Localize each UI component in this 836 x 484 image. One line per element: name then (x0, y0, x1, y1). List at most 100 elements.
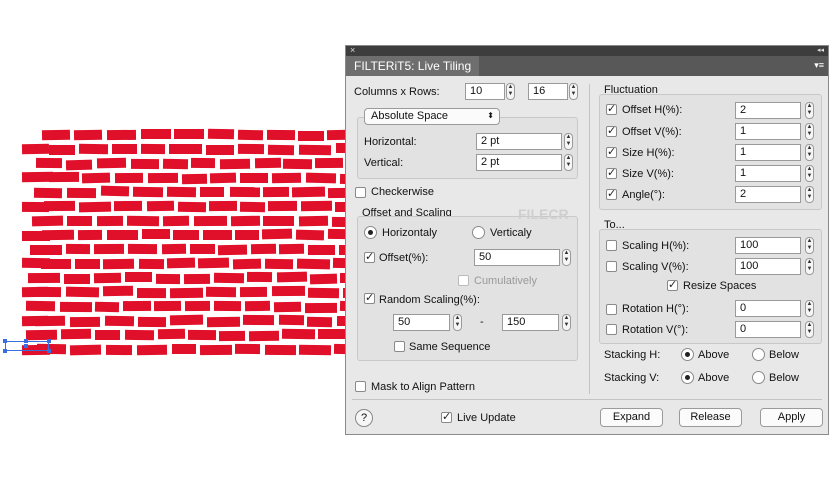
random-min-stepper[interactable]: ▲ ▼ (453, 314, 462, 331)
fluct-size-h-checkbox[interactable]: ✓ (606, 147, 617, 158)
panel-top-bar: × ◂◂ (346, 45, 828, 56)
fluct-angle-checkbox[interactable]: ✓ (606, 189, 617, 200)
brick-tile (78, 143, 109, 155)
panel-menu-icon[interactable]: ▾≡ (814, 60, 824, 71)
stacking-v-above-radio[interactable] (681, 371, 694, 384)
brick-tile (239, 172, 268, 183)
random-min-input[interactable]: 50 (393, 314, 450, 331)
vertical-spacing-stepper[interactable]: ▲ ▼ (564, 154, 573, 171)
rotation-h-stepper[interactable]: ▲ ▼ (805, 300, 814, 317)
scaling-v-stepper[interactable]: ▲ ▼ (805, 258, 814, 275)
selection-handle[interactable] (3, 339, 7, 343)
fluct-offset-v-input[interactable]: 1 (735, 123, 801, 140)
stacking-v-below-radio[interactable] (752, 371, 765, 384)
fluct-size-v-checkbox[interactable]: ✓ (606, 168, 617, 179)
rotation-v-stepper[interactable]: ▲ ▼ (805, 321, 814, 338)
offset-input[interactable]: 50 (474, 249, 560, 266)
spin-down-icon: ▼ (454, 322, 461, 328)
panel-tab[interactable]: FILTERiT5: Live Tiling (346, 56, 480, 76)
selection-handle[interactable] (47, 339, 51, 343)
brick-tile (114, 200, 143, 212)
fluct-size-h-label: Size H(%): (622, 147, 675, 159)
panel-title-bar: FILTERiT5: Live Tiling ▾≡ (346, 56, 828, 76)
brick-tile (137, 345, 168, 356)
fluct-offset-v-checkbox[interactable]: ✓ (606, 126, 617, 137)
brick-tile (27, 272, 60, 283)
brick-tile (42, 229, 75, 240)
rows-stepper[interactable]: ▲ ▼ (569, 83, 578, 100)
scaling-h-input[interactable]: 100 (735, 237, 801, 254)
rows-input[interactable]: 16 (528, 83, 568, 100)
horizontal-spacing-input[interactable]: 2 pt (476, 133, 562, 150)
brick-tile (272, 172, 302, 184)
release-button[interactable]: Release (679, 408, 742, 427)
horizontal-spacing-stepper[interactable]: ▲ ▼ (564, 133, 573, 150)
mask-align-checkbox[interactable] (355, 381, 366, 392)
offset-stepper[interactable]: ▲ ▼ (562, 249, 571, 266)
rotation-v-checkbox[interactable] (606, 324, 617, 335)
brick-tile (209, 200, 238, 212)
fluct-offset-h-input[interactable]: 2 (735, 102, 801, 119)
columns-stepper[interactable]: ▲ ▼ (506, 83, 515, 100)
check-icon: ✓ (607, 146, 617, 158)
brick-tile (106, 129, 136, 140)
brick-tile (202, 230, 233, 241)
fluct-size-v-stepper[interactable]: ▲ ▼ (805, 165, 814, 182)
brick-tile (35, 158, 62, 169)
horizontally-radio[interactable] (364, 226, 377, 239)
cumulatively-checkbox[interactable] (458, 275, 469, 286)
random-scaling-checkbox[interactable]: ✓ (364, 293, 375, 304)
rotation-h-input[interactable]: 0 (735, 300, 801, 317)
fluct-offset-h-stepper[interactable]: ▲ ▼ (805, 102, 814, 119)
fluct-angle-input[interactable]: 2 (735, 186, 801, 203)
brick-tile (138, 316, 166, 327)
apply-button[interactable]: Apply (760, 408, 823, 427)
close-icon[interactable]: × (350, 45, 355, 55)
brick-tile (207, 316, 241, 328)
selected-source-tile[interactable] (3, 339, 51, 353)
same-sequence-checkbox[interactable] (394, 341, 405, 352)
resize-spaces-checkbox[interactable]: ✓ (667, 280, 678, 291)
selection-handle[interactable] (3, 349, 7, 353)
fluct-offset-h-checkbox[interactable]: ✓ (606, 104, 617, 115)
offset-checkbox[interactable]: ✓ (364, 252, 375, 263)
brick-tile (300, 201, 332, 212)
fluct-angle-stepper[interactable]: ▲ ▼ (805, 186, 814, 203)
scaling-v-checkbox[interactable] (606, 261, 617, 272)
live-update-checkbox[interactable]: ✓ (441, 412, 452, 423)
fluct-size-h-stepper[interactable]: ▲ ▼ (805, 144, 814, 161)
scaling-h-stepper[interactable]: ▲ ▼ (805, 237, 814, 254)
brick-tile (304, 302, 337, 313)
selection-handle[interactable] (47, 349, 51, 353)
fluct-size-h-input[interactable]: 1 (735, 144, 801, 161)
brick-tile (49, 145, 76, 156)
selection-handle[interactable] (24, 339, 28, 343)
checkerwise-checkbox[interactable] (355, 187, 366, 198)
stacking-h-below-radio[interactable] (752, 348, 765, 361)
vertically-radio[interactable] (472, 226, 485, 239)
footer-divider (352, 399, 822, 400)
space-mode-select[interactable]: Absolute Space ⬍ (364, 108, 500, 125)
brick-tile (169, 143, 203, 154)
scaling-v-label: Scaling V(%): (622, 261, 689, 273)
rotation-v-input[interactable]: 0 (735, 321, 801, 338)
random-max-input[interactable]: 150 (502, 314, 559, 331)
brick-tile (184, 300, 211, 312)
brick-tile (169, 287, 203, 299)
stacking-h-above-radio[interactable] (681, 348, 694, 361)
brick-tile (214, 300, 242, 311)
brick-tile (25, 329, 57, 340)
vertical-spacing-input[interactable]: 2 pt (476, 154, 562, 171)
fluct-offset-v-stepper[interactable]: ▲ ▼ (805, 123, 814, 140)
expand-button[interactable]: Expand (600, 408, 663, 427)
collapse-icon[interactable]: ◂◂ (817, 46, 824, 54)
fluct-size-v-input[interactable]: 1 (735, 165, 801, 182)
scaling-h-checkbox[interactable] (606, 240, 617, 251)
random-max-stepper[interactable]: ▲ ▼ (562, 314, 571, 331)
help-button[interactable]: ? (355, 409, 373, 427)
rotation-h-checkbox[interactable] (606, 304, 617, 315)
spin-down-icon: ▼ (806, 110, 813, 116)
scaling-v-input[interactable]: 100 (735, 258, 801, 275)
check-icon: ✓ (607, 167, 617, 179)
columns-input[interactable]: 10 (465, 83, 505, 100)
